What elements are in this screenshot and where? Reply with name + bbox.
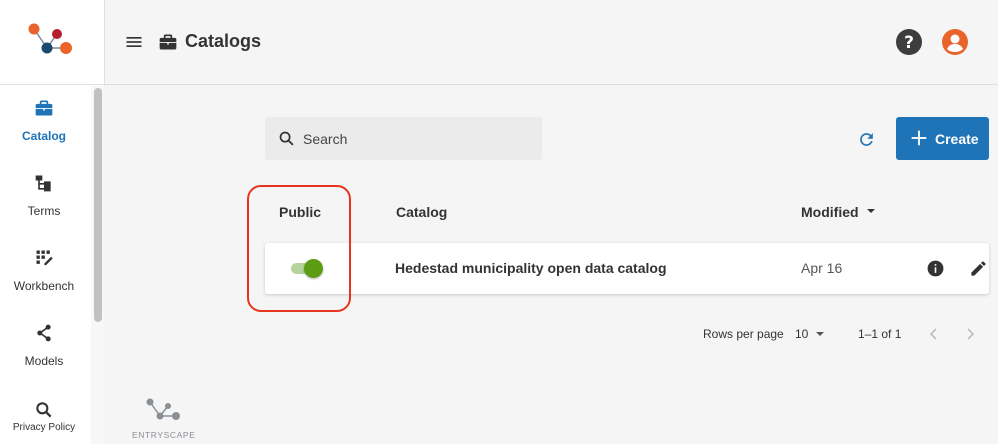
- search-icon: [279, 131, 294, 146]
- sidebar-item-models[interactable]: Models: [0, 311, 88, 381]
- sidebar-item-privacy-policy[interactable]: Privacy Policy: [0, 388, 88, 444]
- help-icon[interactable]: ?: [895, 28, 923, 56]
- entryscape-logo-icon: [28, 23, 72, 54]
- edit-icon[interactable]: [969, 259, 988, 278]
- page-title: Catalogs: [185, 31, 262, 51]
- sidebar-item-label: Catalog: [21, 129, 66, 143]
- grid-edit-icon: [36, 250, 53, 266]
- app-logo[interactable]: [0, 0, 105, 85]
- rows-per-page-label: Rows per page: [703, 327, 784, 341]
- column-header-modified[interactable]: Modified: [801, 204, 859, 220]
- column-header-catalog: Catalog: [396, 204, 448, 220]
- briefcase-icon: [159, 34, 177, 50]
- hierarchy-icon: [35, 175, 51, 192]
- search-box[interactable]: [265, 117, 542, 160]
- sort-down-icon[interactable]: [865, 205, 877, 217]
- pagination-range: 1–1 of 1: [858, 327, 902, 341]
- sidebar-item-workbench[interactable]: Workbench: [0, 236, 88, 306]
- briefcase-icon: [35, 100, 53, 116]
- refresh-icon[interactable]: [857, 130, 876, 149]
- sidebar-scrollbar[interactable]: [91, 86, 105, 444]
- table-row[interactable]: Hedestad municipality open data catalog …: [265, 243, 989, 294]
- sidebar-item-label: Privacy Policy: [12, 422, 76, 433]
- column-header-public: Public: [279, 204, 322, 220]
- search-input[interactable]: [303, 129, 533, 149]
- toggle-knob: [304, 259, 323, 278]
- rows-per-page-select[interactable]: 10: [795, 327, 829, 343]
- sidebar-item-catalog[interactable]: Catalog: [0, 86, 88, 156]
- create-button[interactable]: Create: [896, 117, 989, 160]
- chevron-left-icon[interactable]: [926, 326, 942, 342]
- rows-per-page-value: 10: [795, 327, 809, 341]
- user-avatar-icon[interactable]: [941, 28, 969, 56]
- chevron-down-icon: [816, 332, 824, 336]
- modified-date: Apr 16: [801, 260, 843, 276]
- scrollbar-thumb[interactable]: [94, 88, 102, 322]
- sidebar-item-terms[interactable]: Terms: [0, 161, 88, 231]
- sidebar-item-label: Workbench: [13, 279, 75, 293]
- sidebar-item-label: Models: [24, 354, 64, 368]
- chevron-right-icon[interactable]: [962, 326, 978, 342]
- search-icon: [36, 402, 52, 418]
- brand-wordmark: ENTRYSCAPE: [132, 430, 196, 440]
- svg-text:?: ?: [904, 33, 914, 53]
- public-toggle[interactable]: [289, 257, 325, 279]
- catalog-name[interactable]: Hedestad municipality open data catalog: [395, 260, 667, 276]
- info-icon[interactable]: [926, 259, 945, 278]
- sidebar: Catalog Terms Workbench Models Privacy P…: [0, 0, 105, 444]
- create-button-label: Create: [935, 131, 979, 147]
- share-icon: [37, 324, 51, 342]
- plus-icon: [911, 130, 927, 146]
- menu-icon[interactable]: [124, 32, 144, 52]
- top-bar: Catalogs ?: [105, 0, 998, 85]
- sidebar-item-label: Terms: [27, 204, 61, 218]
